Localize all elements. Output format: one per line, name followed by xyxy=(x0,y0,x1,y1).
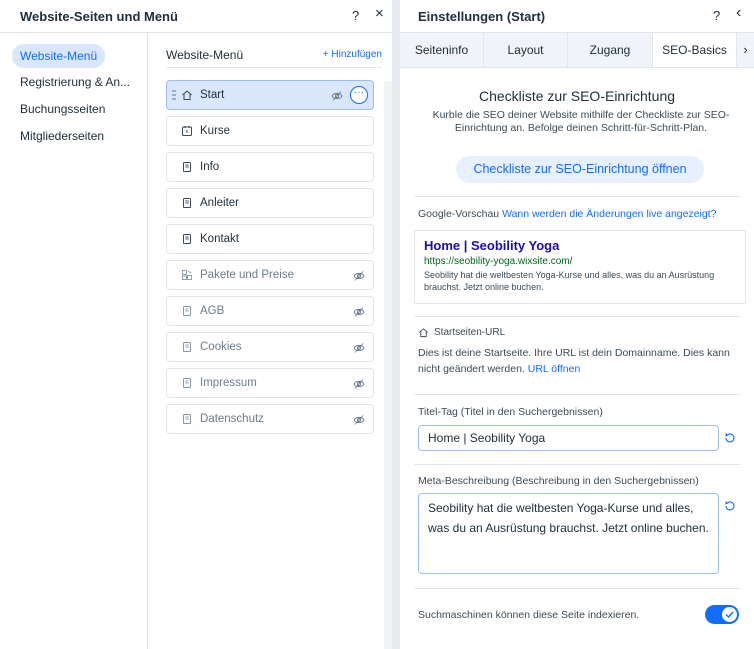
page-icon xyxy=(181,341,193,353)
calendar-icon xyxy=(181,125,193,137)
tab-seo-basics[interactable]: SEO-Basics xyxy=(653,33,737,67)
page-icon xyxy=(181,413,193,425)
settings-panel-title: Einstellungen (Start) xyxy=(418,9,546,24)
google-preview-snippet: Seobility hat die weltbesten Yoga-Kurse … xyxy=(424,270,715,292)
title-tag-input[interactable] xyxy=(418,425,719,451)
hidden-eye-icon xyxy=(353,342,365,354)
indexing-toggle[interactable] xyxy=(705,605,739,624)
hidden-eye-icon xyxy=(353,414,365,426)
google-preview-box: Home | Seobility Yoga https://seobility-… xyxy=(414,230,746,304)
page-label: Impressum xyxy=(200,377,257,389)
reset-icon[interactable] xyxy=(723,431,737,445)
toggle-knob xyxy=(722,607,737,622)
start-url-description-block: Dies ist deine Startseite. Ihre URL ist … xyxy=(418,345,742,377)
page-item-impressum[interactable]: Impressum xyxy=(166,368,374,398)
start-url-label: Startseiten-URL xyxy=(434,327,506,338)
seo-checklist-title: Checkliste zur SEO-Einrichtung xyxy=(478,88,676,104)
divider xyxy=(414,196,740,197)
panel-divider xyxy=(392,0,400,649)
page-item-kontakt[interactable]: Kontakt xyxy=(166,224,374,254)
google-preview-header: Google-Vorschau Wann werden die Änderung… xyxy=(418,208,717,220)
open-seo-checklist-button[interactable]: Checkliste zur SEO-Einrichtung öffnen xyxy=(456,156,704,183)
help-button[interactable]: ? xyxy=(713,8,720,24)
title-tag-label: Titel-Tag (Titel in den Suchergebnissen) xyxy=(418,406,603,418)
page-item-info[interactable]: Info xyxy=(166,152,374,182)
pages-panel-title: Website-Seiten und Menü xyxy=(20,9,178,24)
google-preview-url: https://seobility-yoga.wixsite.com/ xyxy=(424,256,573,267)
page-item-pakete-und-preise[interactable]: Pakete und Preise xyxy=(166,260,374,290)
nav-item-website-menu[interactable]: Website-Menü xyxy=(12,44,106,68)
page-label: Start xyxy=(200,89,225,101)
page-label: Kurse xyxy=(200,125,231,137)
page-icon xyxy=(181,377,193,389)
page-item-anleiter[interactable]: Anleiter xyxy=(166,188,374,218)
hidden-eye-icon xyxy=(353,378,365,390)
scrollbar[interactable] xyxy=(384,81,392,649)
page-label: Info xyxy=(200,161,220,173)
page-item-datenschutz[interactable]: Datenschutz xyxy=(166,404,374,434)
page-icon xyxy=(181,161,193,173)
page-label: Anleiter xyxy=(200,197,239,209)
page-label: Datenschutz xyxy=(200,413,264,425)
settings-panel-header: Einstellungen (Start) ? ‹ xyxy=(400,0,754,33)
home-icon xyxy=(418,327,429,338)
divider xyxy=(414,464,740,465)
page-icon xyxy=(181,197,193,209)
tabs-scroll-right-button[interactable]: › xyxy=(737,33,754,67)
page-label: Cookies xyxy=(200,341,242,353)
page-icon xyxy=(181,305,193,317)
tab-zugang[interactable]: Zugang xyxy=(568,33,653,67)
nav-item-member-pages[interactable]: Mitgliederseiten xyxy=(12,124,112,148)
meta-description-label: Meta-Beschreibung (Beschreibung in den S… xyxy=(418,475,699,487)
divider xyxy=(414,588,740,589)
google-preview-title: Home | Seobility Yoga xyxy=(424,238,560,253)
seo-checklist-description: Kurble die SEO deiner Website mithilfe d… xyxy=(432,109,730,134)
indexing-label: Suchmaschinen können diese Seite indexie… xyxy=(418,609,640,621)
page-list: Website-Menü + Hinzufügen Start ··· Kurs… xyxy=(148,33,392,649)
pages-panel: Website-Seiten und Menü ? × Website-Menü… xyxy=(0,0,392,649)
pages-panel-header: Website-Seiten und Menü ? × xyxy=(0,0,392,33)
plans-icon xyxy=(181,269,193,281)
seo-basics-content: Checkliste zur SEO-Einrichtung Kurble di… xyxy=(400,68,754,649)
page-label: AGB xyxy=(200,305,225,317)
nav-item-booking-pages[interactable]: Buchungsseiten xyxy=(12,97,113,121)
add-page-button[interactable]: + Hinzufügen xyxy=(323,49,382,60)
home-icon xyxy=(181,89,193,101)
settings-tabs: Seiteninfo Layout Zugang SEO-Basics › xyxy=(400,33,754,68)
drag-handle-icon[interactable] xyxy=(172,89,176,101)
hidden-eye-icon xyxy=(353,306,365,318)
reset-icon[interactable] xyxy=(723,499,737,513)
page-item-cookies[interactable]: Cookies xyxy=(166,332,374,362)
page-item-start[interactable]: Start ··· xyxy=(166,80,374,110)
pages-nav: Website-Menü Registrierung & An... Buchu… xyxy=(0,33,148,649)
settings-panel: Einstellungen (Start) ? ‹ Seiteninfo Lay… xyxy=(400,0,754,649)
page-item-agb[interactable]: AGB xyxy=(166,296,374,326)
meta-description-input[interactable]: Seobility hat die weltbesten Yoga-Kurse … xyxy=(418,493,719,574)
open-url-link[interactable]: URL öffnen xyxy=(528,363,581,375)
tab-layout[interactable]: Layout xyxy=(484,33,568,67)
page-label: Kontakt xyxy=(200,233,239,245)
page-list-title: Website-Menü xyxy=(166,48,244,62)
live-changes-link[interactable]: Wann werden die Änderungen live angezeig… xyxy=(502,208,716,220)
more-actions-button[interactable]: ··· xyxy=(350,86,368,104)
back-button[interactable]: ‹ xyxy=(736,5,741,21)
close-button[interactable]: × xyxy=(375,6,384,22)
page-item-kurse[interactable]: Kurse xyxy=(166,116,374,146)
hidden-eye-icon xyxy=(331,90,343,102)
hidden-eye-icon xyxy=(353,270,365,282)
divider xyxy=(166,67,382,68)
checkmark-icon xyxy=(725,611,734,618)
nav-item-registration[interactable]: Registrierung & An... xyxy=(12,70,138,94)
help-button[interactable]: ? xyxy=(352,8,359,24)
divider xyxy=(414,316,740,317)
page-label: Pakete und Preise xyxy=(200,269,294,281)
tab-seiteninfo[interactable]: Seiteninfo xyxy=(400,33,484,67)
divider xyxy=(414,394,740,395)
google-preview-label: Google-Vorschau xyxy=(418,208,500,220)
page-icon xyxy=(181,233,193,245)
